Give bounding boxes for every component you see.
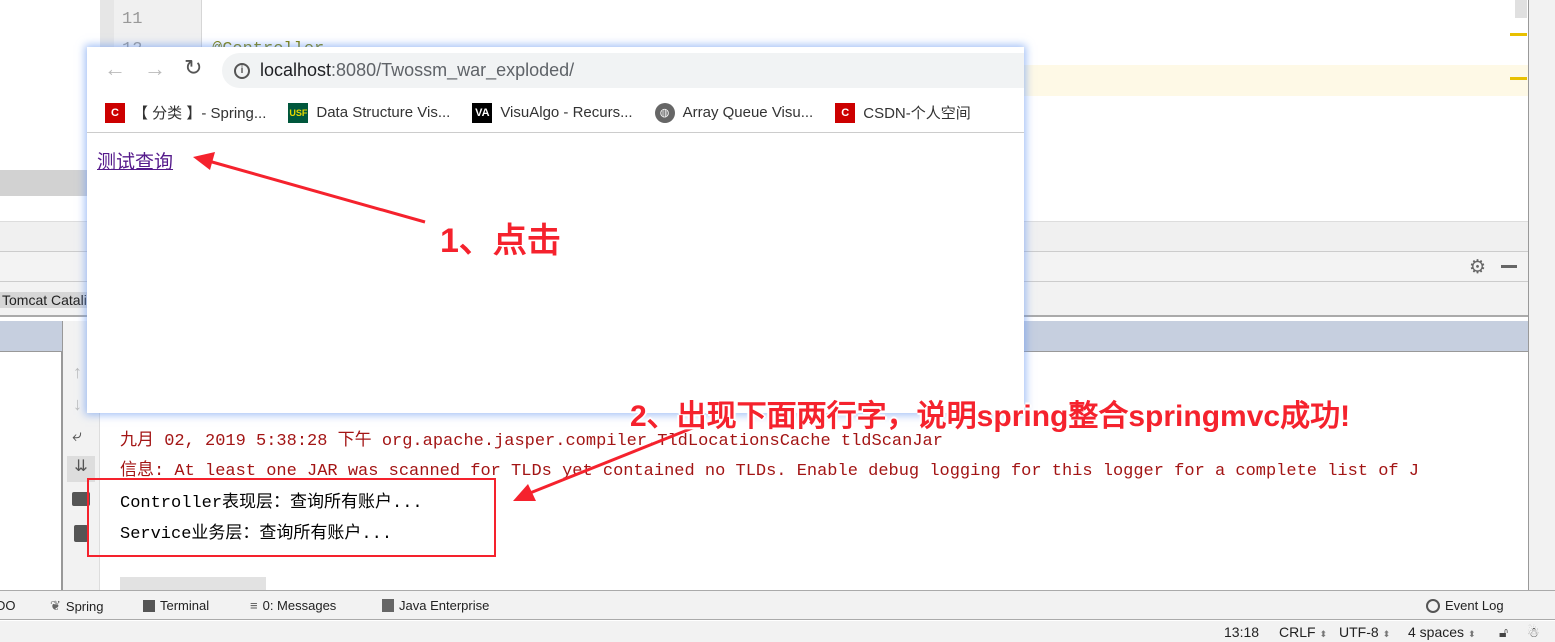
- arrow-2: [524, 423, 701, 497]
- annotation-step2: 2、出现下面两行字，说明spring整合springmvc成功!: [630, 400, 1351, 433]
- arrow-1-head: [193, 152, 215, 170]
- annotation-step1: 1、点击: [440, 222, 561, 260]
- arrow-1: [204, 158, 426, 224]
- annotation-arrows: [87, 152, 701, 557]
- highlight-box: [87, 478, 496, 557]
